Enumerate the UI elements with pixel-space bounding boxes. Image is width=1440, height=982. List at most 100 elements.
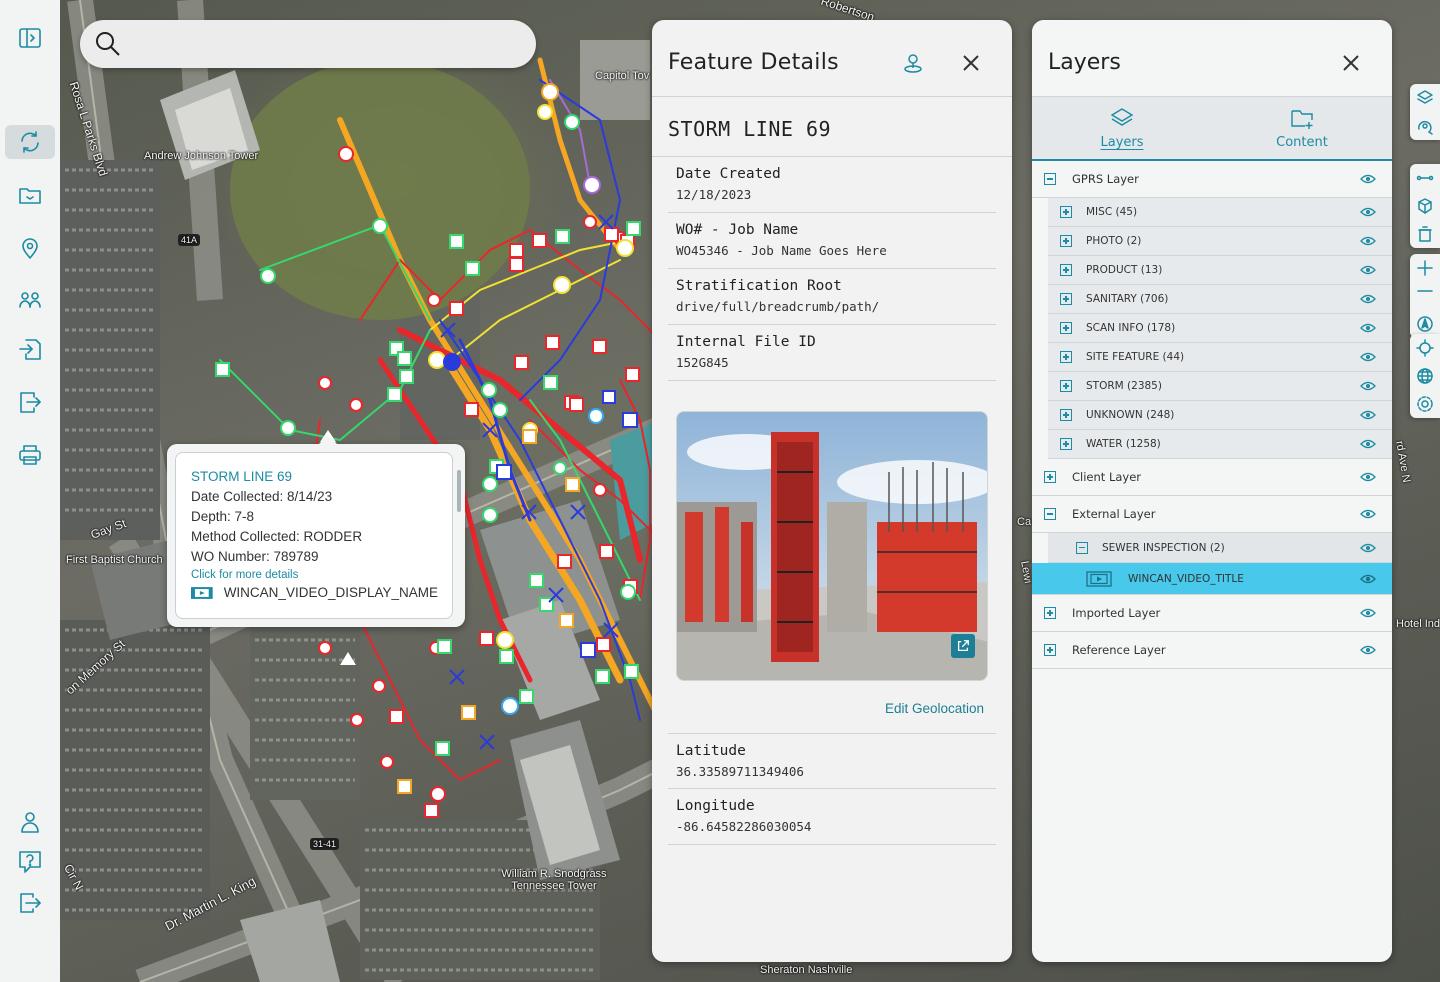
crosshair-icon [1416, 339, 1434, 357]
visibility-eye-icon[interactable] [1360, 509, 1376, 519]
expand-toggle[interactable] [1060, 293, 1072, 305]
expand-toggle[interactable] [1060, 264, 1072, 276]
layer-sanitary[interactable]: SANITARY (706) [1048, 285, 1392, 314]
tab-content[interactable]: Content [1212, 97, 1392, 159]
layer-gprs[interactable]: GPRS Layer [1032, 161, 1392, 198]
expand-toggle[interactable] [1060, 235, 1072, 247]
map-label-route-41a: 41A [178, 234, 201, 246]
visibility-eye-icon[interactable] [1360, 294, 1376, 304]
expand-toggle[interactable] [1060, 380, 1072, 392]
visibility-eye-icon[interactable] [1360, 207, 1376, 217]
expand-toggle[interactable] [1060, 438, 1072, 450]
visibility-eye-icon[interactable] [1360, 352, 1376, 362]
settings-button[interactable] [1410, 390, 1440, 418]
visibility-eye-icon[interactable] [1360, 645, 1376, 655]
layer-site-feature[interactable]: SITE FEATURE (44) [1048, 343, 1392, 372]
layer-label: SITE FEATURE (44) [1086, 351, 1185, 363]
layer-label: PRODUCT (13) [1086, 264, 1163, 276]
layer-reference[interactable]: Reference Layer [1032, 632, 1392, 669]
layer-water[interactable]: WATER (1258) [1048, 430, 1392, 459]
popup-more-details-link[interactable]: Click for more details [191, 569, 438, 581]
sync-button[interactable] [5, 125, 55, 159]
collapse-toggle[interactable] [1076, 541, 1088, 554]
expand-toggle[interactable] [1044, 471, 1056, 483]
open-photo-button[interactable] [951, 634, 975, 658]
users-button[interactable] [8, 283, 52, 317]
tab-layers[interactable]: Layers [1032, 97, 1212, 159]
visibility-eye-icon[interactable] [1360, 439, 1376, 449]
collapse-toggle[interactable] [1044, 508, 1056, 520]
visibility-eye-icon[interactable] [1360, 410, 1376, 420]
location-pin-icon [22, 238, 38, 259]
layer-label: SEWER INSPECTION (2) [1102, 541, 1225, 554]
zoom-in-button[interactable] [1410, 254, 1440, 282]
layer-misc[interactable]: MISC (45) [1048, 198, 1392, 227]
visibility-eye-icon[interactable] [1360, 265, 1376, 275]
search-icon [96, 32, 120, 56]
expand-toggle[interactable] [1060, 322, 1072, 334]
visibility-eye-icon[interactable] [1360, 543, 1376, 553]
basemap-layers-button[interactable] [1410, 84, 1440, 112]
visibility-eye-icon[interactable] [1360, 174, 1376, 184]
logout-button[interactable] [8, 886, 52, 920]
feature-photo[interactable] [676, 411, 988, 681]
layer-imported[interactable]: Imported Layer [1032, 595, 1392, 632]
close-feature-details-icon[interactable] [961, 53, 981, 73]
layer-unknown[interactable]: UNKNOWN (248) [1048, 401, 1392, 430]
visibility-eye-icon[interactable] [1360, 574, 1376, 584]
visibility-eye-icon[interactable] [1360, 381, 1376, 391]
visibility-eye-icon[interactable] [1360, 608, 1376, 618]
layer-photo[interactable]: PHOTO (2) [1048, 227, 1392, 256]
layer-product[interactable]: PRODUCT (13) [1048, 256, 1392, 285]
delete-button[interactable] [1410, 220, 1440, 248]
search-input[interactable] [132, 35, 512, 53]
layer-label: MISC (45) [1086, 206, 1138, 218]
layer-sewer-inspection[interactable]: SEWER INSPECTION (2) [1048, 533, 1392, 563]
help-button[interactable] [8, 845, 52, 879]
measure-button[interactable] [1410, 164, 1440, 192]
folder-button[interactable] [8, 178, 52, 212]
expand-toggle[interactable] [1060, 409, 1072, 421]
edit-geolocation-link[interactable]: Edit Geolocation [885, 701, 984, 716]
expand-toggle[interactable] [1060, 206, 1072, 218]
layer-wincan-video[interactable]: WINCAN_VIDEO_TITLE [1032, 563, 1392, 595]
feature-details-title: Feature Details [668, 50, 839, 75]
popup-video-link[interactable]: WINCAN_VIDEO_DISPLAY_NAME [191, 585, 438, 600]
globe-button[interactable] [1410, 362, 1440, 390]
expand-toggle[interactable] [1044, 607, 1056, 619]
map-style-button[interactable] [1410, 112, 1440, 140]
layer-client[interactable]: Client Layer [1032, 459, 1392, 496]
popup-scrollbar[interactable] [457, 470, 461, 512]
visibility-eye-icon[interactable] [1360, 236, 1376, 246]
3d-view-button[interactable] [1410, 192, 1440, 220]
expand-toggle[interactable] [1060, 351, 1072, 363]
field-value: drive/full/breadcrumb/path/ [676, 299, 880, 314]
print-button[interactable] [8, 438, 52, 472]
layer-external[interactable]: External Layer [1032, 496, 1392, 533]
layer-label: Reference Layer [1072, 643, 1166, 657]
layer-label: SANITARY (706) [1086, 293, 1169, 305]
trash-icon [1418, 226, 1432, 242]
profile-button[interactable] [8, 805, 52, 839]
geolocate-icon[interactable] [902, 52, 924, 74]
left-navigation [0, 0, 60, 982]
collapse-toggle[interactable] [1044, 173, 1056, 185]
field-value: 152G845 [676, 355, 729, 370]
locate-me-button[interactable] [1410, 334, 1440, 362]
location-button[interactable] [8, 231, 52, 265]
map-label-capitol: Capitol Tov [595, 70, 650, 82]
zoom-out-button[interactable] [1410, 282, 1440, 310]
close-layers-icon[interactable] [1341, 53, 1361, 73]
import-button[interactable] [8, 332, 52, 366]
sidebar-toggle-button[interactable] [8, 21, 52, 55]
video-icon [1086, 570, 1112, 587]
map-search-bar[interactable] [80, 20, 536, 68]
popup-pointer [319, 435, 337, 444]
popup-date-collected: Date Collected: 8/14/23 [191, 489, 333, 504]
layer-scan-info[interactable]: SCAN INFO (178) [1048, 314, 1392, 343]
export-button[interactable] [8, 385, 52, 419]
expand-toggle[interactable] [1044, 644, 1056, 656]
layer-storm[interactable]: STORM (2385) [1048, 372, 1392, 401]
visibility-eye-icon[interactable] [1360, 323, 1376, 333]
visibility-eye-icon[interactable] [1360, 472, 1376, 482]
